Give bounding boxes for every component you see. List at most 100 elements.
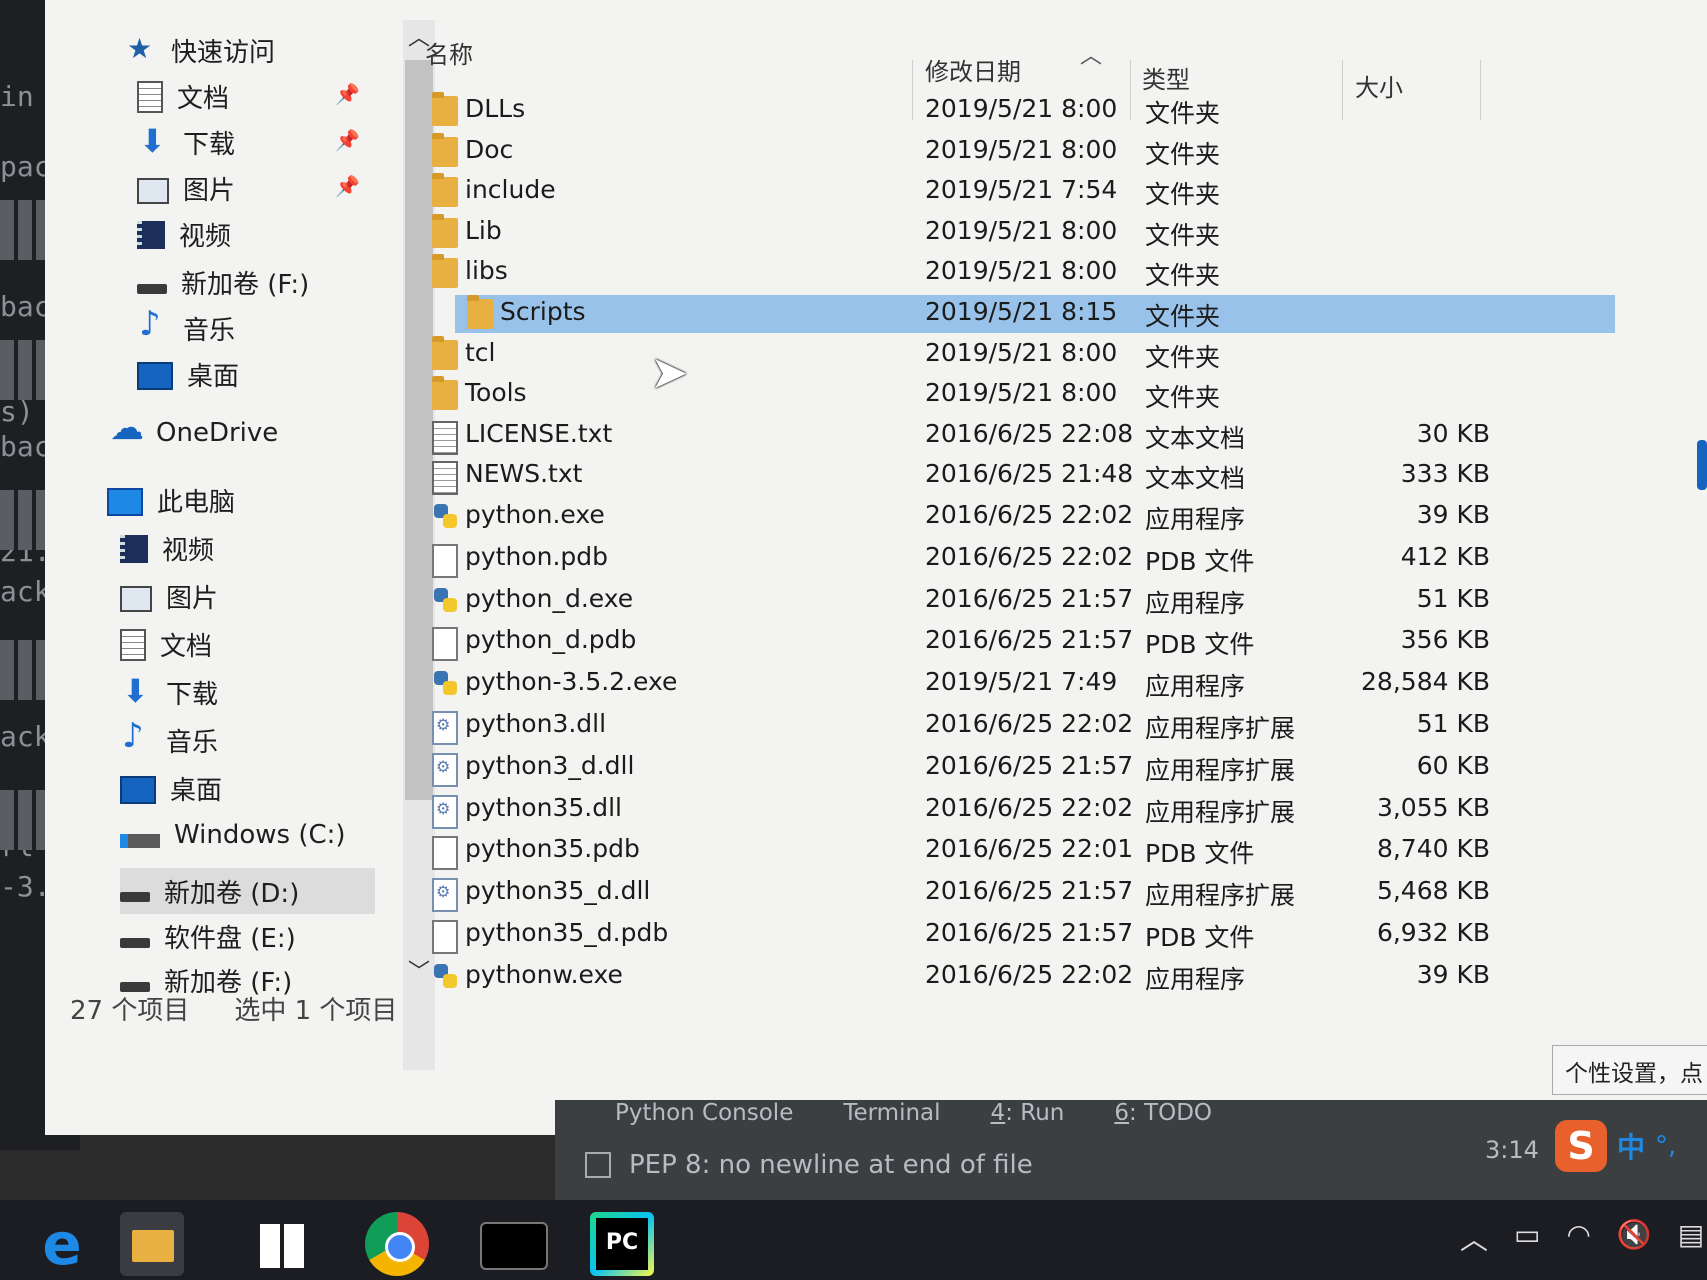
file-row[interactable]: python35_d.dll 2016/6/25 21:57 应用程序扩展 5,468… <box>410 874 1490 913</box>
doc-icon <box>120 628 146 661</box>
edge-browser-icon[interactable]: e <box>30 1212 94 1276</box>
file-row[interactable]: python-3.5.2.exe 2019/5/21 7:49 应用程序 28,584… <box>410 665 1490 703</box>
pin-icon[interactable]: 📌 <box>335 128 360 152</box>
drive-icon <box>120 937 150 948</box>
file-row[interactable]: Tools 2019/5/21 8:00 文件夹 <box>410 376 1490 414</box>
cloud-icon <box>110 408 144 448</box>
file-row[interactable]: python3_d.dll 2016/6/25 21:57 应用程序扩展 60 KB <box>410 749 1490 787</box>
nav-pc-item[interactable]: 新加卷 (D:) <box>120 868 375 914</box>
file-date: 2016/6/25 22:01 <box>925 834 1134 864</box>
file-size: 8,740 KB <box>1376 834 1490 864</box>
file-date: 2019/5/21 8:00 <box>925 94 1118 123</box>
file-type: 应用程序扩展 <box>1145 714 1296 743</box>
file-row[interactable]: Lib 2019/5/21 8:00 文件夹 <box>410 213 1490 252</box>
ime-toolbar[interactable]: S 中 °, <box>1555 1120 1676 1172</box>
nav-quick-item[interactable]: 图片 📌 <box>137 170 360 207</box>
file-type: 文件夹 <box>1145 220 1221 250</box>
file-row[interactable]: NEWS.txt 2016/6/25 21:48 文本文档 333 KB <box>410 457 1490 496</box>
dll-file-icon <box>432 794 458 829</box>
ime-punctuation-toggle[interactable]: °, <box>1655 1131 1676 1161</box>
file-row[interactable]: include 2019/5/21 7:54 文件夹 <box>410 173 1490 211</box>
file-row[interactable]: DLLs 2019/5/21 8:00 文件夹 <box>410 92 1490 130</box>
store-icon[interactable] <box>250 1212 314 1276</box>
file-row[interactable]: python35.pdb 2016/6/25 22:01 PDB 文件 8,740 K… <box>410 832 1490 871</box>
file-row[interactable]: libs 2019/5/21 8:00 文件夹 <box>410 254 1490 292</box>
nav-label: Windows (C:) <box>174 820 346 850</box>
nav-this-pc[interactable]: 此电脑 <box>107 482 235 519</box>
column-type-header[interactable]: 类型 <box>1142 60 1190 95</box>
nav-pc-item[interactable]: 桌面 <box>120 770 222 807</box>
file-row[interactable]: python_d.exe 2016/6/25 21:57 应用程序 51 KB <box>410 582 1490 620</box>
nav-pc-item[interactable]: 软件盘 (E:) <box>120 918 296 955</box>
dll-file-icon <box>432 878 458 913</box>
ide-tab[interactable]: 6: TODO <box>1114 1100 1212 1126</box>
nav-pc-item[interactable]: 音乐 <box>120 716 219 759</box>
file-row[interactable]: python.exe 2016/6/25 22:02 应用程序 39 KB <box>410 498 1490 536</box>
file-type: 文件夹 <box>1145 342 1221 372</box>
file-name: python35.dll <box>465 792 622 822</box>
video-icon <box>120 534 148 563</box>
nav-label: OneDrive <box>156 418 279 448</box>
nav-quick-item[interactable]: 音乐 <box>137 304 235 347</box>
nav-quick-item[interactable]: 下载 📌 <box>137 122 360 161</box>
nav-label: 文档 <box>160 632 213 662</box>
ime-mode-toggle[interactable]: 中 <box>1617 1126 1645 1166</box>
nav-quick-item[interactable]: 新加卷 (F:) <box>137 264 309 301</box>
pycharm-icon[interactable] <box>590 1212 654 1276</box>
ide-tab[interactable]: Python Console <box>615 1100 793 1126</box>
item-count: 27 个项目 <box>70 996 190 1026</box>
wifi-icon[interactable]: ◠ <box>1566 1218 1590 1258</box>
file-name: python35.pdb <box>465 834 640 864</box>
nav-label: 下载 <box>183 130 236 160</box>
ide-tab[interactable]: 4: Run <box>991 1100 1065 1126</box>
tab-label: : Run <box>1005 1100 1065 1126</box>
pin-icon[interactable]: 📌 <box>335 174 360 198</box>
sogou-logo-icon[interactable]: S <box>1555 1120 1607 1172</box>
folder-file-icon <box>432 376 458 411</box>
file-row[interactable]: python3.dll 2016/6/25 22:02 应用程序扩展 51 KB <box>410 707 1490 745</box>
file-row[interactable]: pythonw.exe 2016/6/25 22:02 应用程序 39 KB <box>410 958 1490 996</box>
nav-pc-item[interactable]: 图片 <box>120 578 218 615</box>
column-name-header[interactable]: 名称 <box>425 35 473 70</box>
file-date: 2016/6/25 22:02 <box>925 792 1134 822</box>
nav-pc-item[interactable]: Windows (C:) <box>120 820 346 850</box>
nav-quick-item[interactable]: 文档 📌 <box>137 78 360 115</box>
file-name: python35_d.dll <box>465 876 651 906</box>
nav-label: 音乐 <box>166 728 219 758</box>
file-explorer-taskbar-icon[interactable] <box>120 1212 184 1276</box>
nav-label: 下载 <box>166 680 219 710</box>
nav-quick-item[interactable]: 视频 <box>137 216 231 253</box>
file-row[interactable]: Doc 2019/5/21 8:00 文件夹 <box>410 132 1490 171</box>
volume-muted-icon[interactable]: 🔇 <box>1617 1218 1652 1258</box>
pin-icon[interactable]: 📌 <box>335 82 360 106</box>
file-row[interactable]: Scripts 2019/5/21 8:15 文件夹 <box>455 295 1615 333</box>
chrome-icon[interactable] <box>365 1212 429 1276</box>
notification-icon[interactable]: ▤ <box>1678 1218 1704 1258</box>
nav-label: 视频 <box>179 222 232 252</box>
file-date: 2016/6/25 22:08 <box>925 418 1134 448</box>
file-row[interactable]: python.pdb 2016/6/25 22:02 PDB 文件 412 KB <box>410 540 1490 578</box>
nav-label: 图片 <box>183 176 236 206</box>
file-row[interactable]: python35_d.pdb 2016/6/25 21:57 PDB 文件 6,932… <box>410 916 1490 954</box>
nav-onedrive[interactable]: OneDrive <box>110 408 279 448</box>
file-name: python35_d.pdb <box>465 918 669 947</box>
column-header-row: 名称 ︿ 修改日期 类型 大小 <box>420 20 1660 120</box>
nav-pc-item[interactable]: 下载 <box>120 672 219 711</box>
ide-tab[interactable]: Terminal <box>843 1100 940 1126</box>
file-size: 51 KB <box>1416 709 1490 738</box>
nav-quick-item[interactable]: 桌面 <box>137 356 239 393</box>
chevron-up-icon[interactable]: ︿ <box>1460 1218 1488 1258</box>
file-row[interactable]: LICENSE.txt 2016/6/25 22:08 文本文档 30 KB <box>410 417 1490 455</box>
column-date-header[interactable]: 修改日期 <box>925 52 1021 87</box>
command-prompt-icon[interactable] <box>480 1222 548 1270</box>
battery-icon[interactable]: ▭ <box>1514 1218 1540 1258</box>
file-date: 2019/5/21 8:00 <box>925 337 1118 367</box>
file-type: 应用程序扩展 <box>1145 881 1296 911</box>
python-file-icon <box>432 669 458 699</box>
nav-pc-item[interactable]: 文档 <box>120 626 212 663</box>
file-row[interactable]: python_d.pdb 2016/6/25 21:57 PDB 文件 356 KB <box>410 623 1490 662</box>
file-row[interactable]: tcl 2019/5/21 8:00 文件夹 <box>410 335 1490 374</box>
file-row[interactable]: python35.dll 2016/6/25 22:02 应用程序扩展 3,055 K… <box>410 791 1490 829</box>
nav-quick-access[interactable]: 快速访问 <box>125 32 275 69</box>
nav-pc-item[interactable]: 视频 <box>120 530 214 567</box>
